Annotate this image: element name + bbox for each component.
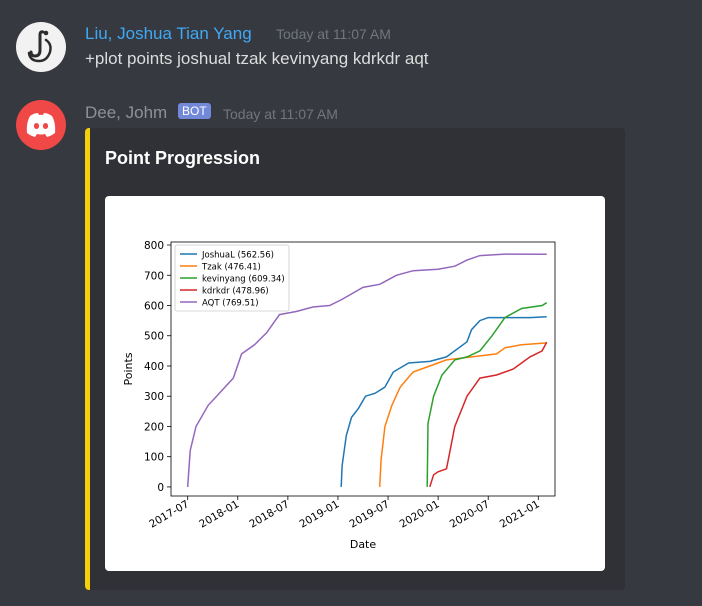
bot-avatar[interactable] — [16, 100, 66, 150]
timestamp: Today at 11:07 AM — [276, 26, 391, 42]
legend-entry-4: AQT (769.51) — [202, 299, 259, 309]
message-text: +plot points joshual tzak kevinyang kdrk… — [85, 49, 429, 68]
x-tick-label: 2017-07 — [147, 498, 191, 530]
y-tick-label: 100 — [144, 452, 164, 464]
x-tick-label: 2018-07 — [247, 498, 291, 530]
x-tick-label: 2020-07 — [448, 498, 492, 530]
y-tick-label: 200 — [144, 421, 164, 433]
embed: Point Progression 0 100 200 300 400 500 600 700… — [85, 128, 625, 590]
spiral-j-icon — [27, 30, 52, 63]
discord-logo-icon — [26, 113, 56, 137]
x-axis-label: Date — [350, 538, 377, 551]
y-tick-label: 800 — [144, 240, 164, 252]
y-tick-label: 700 — [144, 270, 164, 282]
x-tick-label: 2019-07 — [348, 498, 392, 530]
y-axis-label: Points — [122, 352, 135, 385]
user-avatar[interactable] — [16, 22, 66, 72]
y-tick-label: 300 — [144, 391, 164, 403]
legend-entry-3: kdrkdr (478.96) — [202, 287, 269, 297]
x-tick-label: 2019-01 — [297, 498, 341, 530]
timestamp: Today at 11:07 AM — [223, 106, 338, 122]
y-tick-label: 500 — [144, 331, 164, 343]
point-progression-chart: 01002003004005006007008002017-07 2018-01 2… — [122, 240, 556, 551]
bot-badge: BOT — [178, 103, 211, 119]
bot-username[interactable]: Dee, Johm — [85, 103, 167, 123]
legend-entry-0: JoshuaL (562.56) — [201, 251, 274, 261]
series-line-0 — [340, 316, 547, 487]
legend-entry-2: kevinyang (609.34) — [202, 275, 285, 285]
y-tick-label: 600 — [144, 301, 164, 313]
y-tick-label: 400 — [144, 361, 164, 373]
username[interactable]: Liu, Joshua Tian Yang — [85, 24, 252, 44]
embed-accent-bar — [85, 128, 90, 590]
x-tick-label: 2018-01 — [197, 498, 241, 530]
legend-entry-1: Tzak (476.41) — [201, 263, 261, 273]
y-tick-label: 0 — [157, 482, 164, 494]
embed-title: Point Progression — [105, 148, 261, 168]
x-tick-label: 2021-01 — [498, 498, 542, 530]
message-1: Liu, Joshua Tian Yang Today at 11:07 AM … — [0, 0, 702, 86]
x-tick-label: 2020-01 — [398, 498, 442, 530]
chart-image[interactable]: 0 100 200 300 400 500 600 700 800 2017-07 2018-01 2… — [105, 196, 605, 571]
series-line-3 — [429, 341, 548, 488]
series-line-2 — [426, 302, 548, 487]
